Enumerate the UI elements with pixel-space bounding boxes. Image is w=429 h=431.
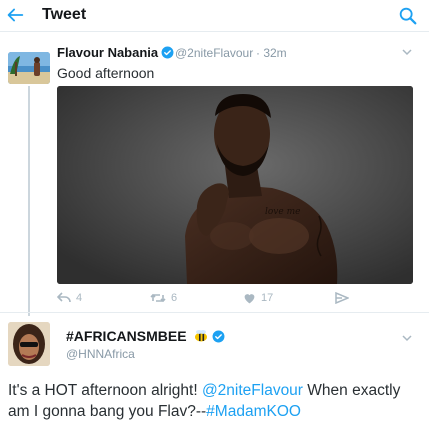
- heart-icon: [244, 294, 255, 304]
- tweet-text: It's a HOT afternoon alright! @2niteFlav…: [8, 380, 424, 422]
- like-count: 17: [261, 292, 274, 304]
- reply-button[interactable]: 4: [57, 290, 82, 306]
- direct-message-icon: [335, 292, 349, 304]
- mention-link[interactable]: @2niteFlavour: [202, 382, 303, 399]
- avatar-flavour[interactable]: [8, 52, 50, 84]
- chevron-down-icon[interactable]: [401, 47, 413, 57]
- retweet-button[interactable]: 6: [150, 290, 177, 306]
- top-bar: Tweet: [0, 0, 429, 32]
- author-name-text: #AFRICANSMBEE: [66, 328, 187, 344]
- author-handle[interactable]: @2niteFlavour: [175, 46, 253, 60]
- direct-message-button[interactable]: [335, 290, 349, 306]
- reply-count: 4: [76, 292, 83, 304]
- author-name[interactable]: Flavour Nabania: [57, 45, 174, 60]
- page-title: Tweet: [42, 6, 87, 23]
- tweet-photo[interactable]: love me: [57, 86, 413, 284]
- author-name[interactable]: #AFRICANSMBEE: [66, 328, 225, 344]
- like-button[interactable]: 17: [243, 290, 273, 306]
- author-name-text: Flavour Nabania: [57, 45, 159, 60]
- chevron-down-icon[interactable]: [401, 333, 413, 343]
- retweet-icon: [150, 293, 166, 303]
- reply-icon: [57, 292, 71, 303]
- author-handle[interactable]: @HNNAfrica: [66, 347, 135, 361]
- divider: [0, 312, 429, 313]
- tweet-text: Good afternoon: [57, 65, 155, 81]
- search-icon[interactable]: [397, 5, 419, 27]
- tweet-actions: 4 6 17: [0, 290, 429, 306]
- retweet-count: 6: [171, 292, 178, 304]
- hashtag-link[interactable]: #MadamKOO: [206, 403, 301, 420]
- verified-badge-icon: [213, 330, 225, 343]
- bee-emoji-icon: [195, 330, 208, 342]
- verified-badge-icon: [161, 46, 174, 59]
- thread-line: [28, 86, 30, 316]
- tweet-timestamp[interactable]: · 32m: [256, 46, 287, 60]
- tweet-text-part: It's a HOT afternoon alright!: [8, 382, 202, 399]
- avatar-africansmbee[interactable]: [8, 322, 50, 366]
- back-arrow-icon[interactable]: [4, 4, 26, 26]
- svg-text:love me: love me: [265, 207, 300, 217]
